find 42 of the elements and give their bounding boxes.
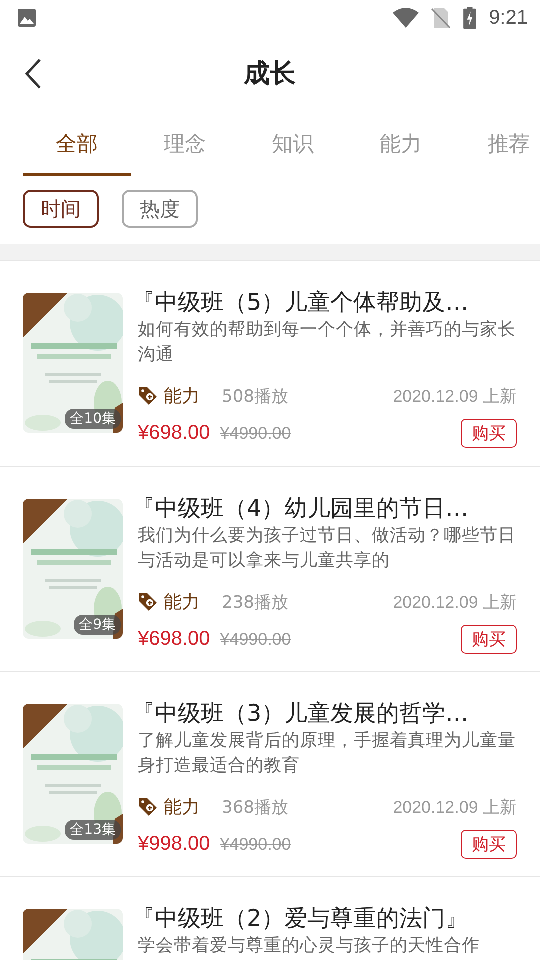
episode-count: 全13集 [65, 820, 121, 840]
category-tag: 能力 [164, 384, 200, 408]
course-description: 如何有效的帮助到每一个个体，并善巧的与家长沟通 [138, 319, 517, 367]
buy-button[interactable]: 购买 [461, 625, 517, 654]
sort-chip[interactable]: 时间 [23, 190, 99, 228]
no-sim-icon [431, 7, 452, 29]
original-price: ¥4990.00 [220, 424, 292, 444]
category-tag: 能力 [164, 590, 200, 614]
release-date: 2020.12.09 上新 [393, 592, 517, 614]
buy-button[interactable]: 购买 [461, 830, 517, 859]
course-title[interactable]: 『中级班（3）儿童发展的哲学… [132, 699, 517, 729]
category-tab[interactable]: 全部 [23, 110, 131, 176]
tag-icon [138, 797, 158, 817]
price: ¥698.00 [138, 422, 210, 445]
play-count: 368播放 [222, 796, 288, 818]
original-price: ¥4990.00 [220, 630, 292, 650]
play-count: 238播放 [222, 592, 288, 614]
course-title[interactable]: 『中级班（4）幼儿园里的节日… [132, 494, 517, 524]
course-description: 我们为什么要为孩子过节日、做活动？哪些节日与活动是可以拿来与儿童共享的 [138, 525, 517, 573]
tag-icon [138, 386, 158, 406]
price: ¥998.00 [138, 833, 210, 856]
back-icon[interactable] [24, 58, 42, 90]
sort-chip[interactable]: 热度 [122, 190, 198, 228]
episode-count: 全10集 [65, 409, 121, 429]
release-date: 2020.12.09 上新 [393, 796, 517, 818]
course-description: 了解儿童发展背后的原理，手握着真理为儿童量身打造最适合的教育 [138, 730, 517, 778]
course-description: 学会带着爱与尊重的心灵与孩子的天性合作 [138, 935, 481, 958]
original-price: ¥4990.00 [220, 834, 292, 854]
price: ¥698.00 [138, 628, 210, 651]
status-time: 9:21 [489, 6, 528, 30]
release-date: 2020.12.09 上新 [393, 386, 517, 408]
episode-count: 全9集 [74, 615, 121, 635]
buy-button[interactable]: 购买 [461, 419, 517, 448]
play-count: 508播放 [222, 386, 288, 408]
course-title[interactable]: 『中级班（2）爱与尊重的法门』 [132, 904, 517, 934]
wifi-icon [393, 8, 420, 28]
category-tag: 能力 [164, 795, 200, 819]
page-title: 成长 [244, 58, 296, 90]
image-icon [17, 8, 37, 28]
battery-charging-icon [463, 7, 478, 29]
course-title[interactable]: 『中级班（5）儿童个体帮助及… [132, 288, 517, 318]
tag-icon [138, 592, 158, 612]
